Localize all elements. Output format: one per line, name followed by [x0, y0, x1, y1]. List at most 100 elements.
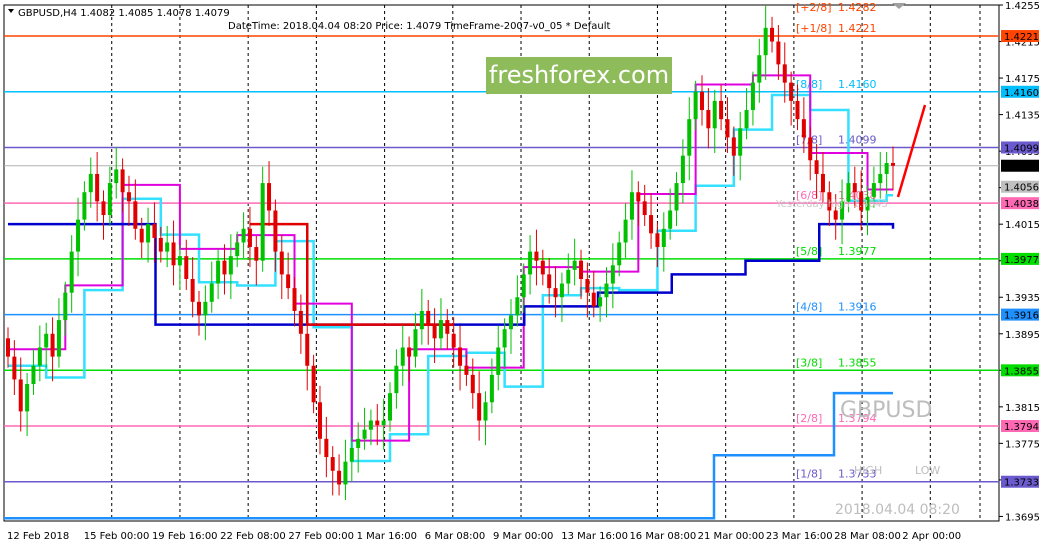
candle-body [719, 100, 724, 120]
candle-body [37, 347, 42, 366]
candle-body [591, 292, 596, 307]
candle-body [496, 347, 501, 375]
candle-body [585, 278, 590, 293]
yesterday-note: Yesterday high 1.4043 [775, 199, 888, 210]
candle-body [298, 310, 303, 334]
candle-body [241, 228, 246, 243]
candle-body [197, 301, 202, 316]
candle-body [305, 333, 310, 366]
candle-body [184, 256, 189, 279]
price-chart[interactable]: [+2/8]1.4282[+1/8]1.4221[8/8]1.4160[7/8]… [0, 0, 1043, 548]
candle-body [133, 201, 138, 229]
candle-body [814, 160, 819, 174]
candle-body [388, 393, 393, 421]
candle-body [725, 119, 730, 138]
candle-body [464, 365, 469, 375]
candle-body [190, 278, 195, 302]
candle-body [477, 393, 482, 421]
candle-body [69, 251, 74, 293]
candle-body [165, 242, 170, 252]
candle-body [407, 347, 412, 357]
candle-body [324, 438, 329, 458]
candle-body [82, 192, 87, 220]
candle-body [451, 333, 456, 348]
candle-body [515, 297, 520, 316]
candle-body [63, 292, 68, 321]
candle-body [540, 260, 545, 275]
candle-body [101, 201, 106, 216]
candle-body [483, 402, 488, 421]
candle-body [6, 338, 10, 357]
candle-body [674, 183, 679, 211]
candle-body [120, 169, 125, 193]
candle-body [228, 256, 233, 275]
time-tick-label: 22 Feb 08:00 [220, 531, 286, 542]
time-tick-label: 9 Mar 00:00 [493, 531, 553, 542]
candle-body [629, 192, 634, 220]
chart-menu-triangle-icon[interactable] [8, 9, 14, 13]
candle-body [31, 365, 36, 385]
candle-body [139, 228, 144, 243]
murrey-value: 1.4099 [838, 133, 877, 146]
candle-body [419, 310, 424, 330]
candle-body [820, 173, 825, 193]
candle-body [311, 365, 316, 403]
price-tag-label: 1.4056 [1004, 183, 1039, 194]
candle-body [88, 173, 93, 193]
time-tick-label: 16 Mar 08:00 [629, 531, 696, 542]
price-tag-label: 1.3794 [1004, 422, 1039, 433]
murrey-name: [4/8] [796, 301, 822, 314]
candle-body [547, 274, 552, 289]
price-tag-label: 1.3916 [1004, 311, 1039, 322]
time-tick-label: 2 Apr 00:00 [902, 531, 961, 542]
candle-body [146, 224, 151, 243]
candle-body [368, 420, 373, 430]
info-header: DateTime: 2018.04.04 08:20 Price: 1.4079… [228, 21, 610, 32]
candle-body [158, 237, 163, 252]
candle-body [216, 260, 221, 284]
candle-body [706, 110, 711, 129]
murrey-name: [+1/8] [796, 22, 832, 35]
candle-body [668, 210, 673, 229]
candle-body [267, 183, 272, 211]
candle-body [649, 215, 654, 234]
candle-body [617, 242, 622, 266]
time-tick-label: 19 Feb 16:00 [152, 531, 218, 542]
price-tick-label: 1.3895 [1005, 330, 1040, 341]
projection-arrow [896, 104, 927, 198]
time-axis: 12 Feb 2018 15 Feb 00:00 19 Feb 16:00 22 Fe… [7, 531, 961, 542]
candle-body [661, 228, 666, 248]
watermark-text: freshforex.com [489, 61, 669, 89]
candle-body [375, 420, 380, 426]
murrey-value: 1.3977 [838, 245, 877, 258]
candle-body [432, 324, 437, 339]
candle-body [400, 347, 405, 366]
candle-body [247, 228, 252, 248]
candle-body [203, 301, 208, 316]
time-tick-label: 13 Mar 16:00 [561, 531, 628, 542]
candle-body [438, 320, 443, 339]
date-stamp: 2018.04.04 08:20 [835, 502, 960, 518]
candle-body [642, 201, 647, 216]
candle-body [731, 137, 736, 156]
candle-body [260, 183, 265, 261]
scroll-shift-icon[interactable] [892, 3, 906, 9]
candle-body [770, 27, 775, 42]
chart-window: [+2/8]1.4282[+1/8]1.4221[8/8]1.4160[7/8]… [0, 0, 1043, 548]
candle-body [114, 169, 119, 184]
candle-body [884, 162, 889, 174]
candle-body [508, 315, 513, 330]
price-tick-label: 1.4175 [1005, 74, 1040, 85]
candle-body [343, 461, 348, 485]
candle-body [445, 320, 450, 334]
candle-body [349, 447, 354, 462]
murrey-value: 1.4221 [838, 22, 877, 35]
candle-body [579, 260, 584, 279]
murrey-value: 1.4160 [838, 78, 877, 91]
candle-body [891, 162, 895, 166]
price-tick-label: 1.4135 [1005, 111, 1040, 122]
candle-body [330, 457, 335, 471]
price-tick-label: 1.3695 [1005, 512, 1040, 523]
price-tag-label: 1.4099 [1004, 143, 1039, 154]
time-tick-label: 12 Feb 2018 [7, 531, 69, 542]
